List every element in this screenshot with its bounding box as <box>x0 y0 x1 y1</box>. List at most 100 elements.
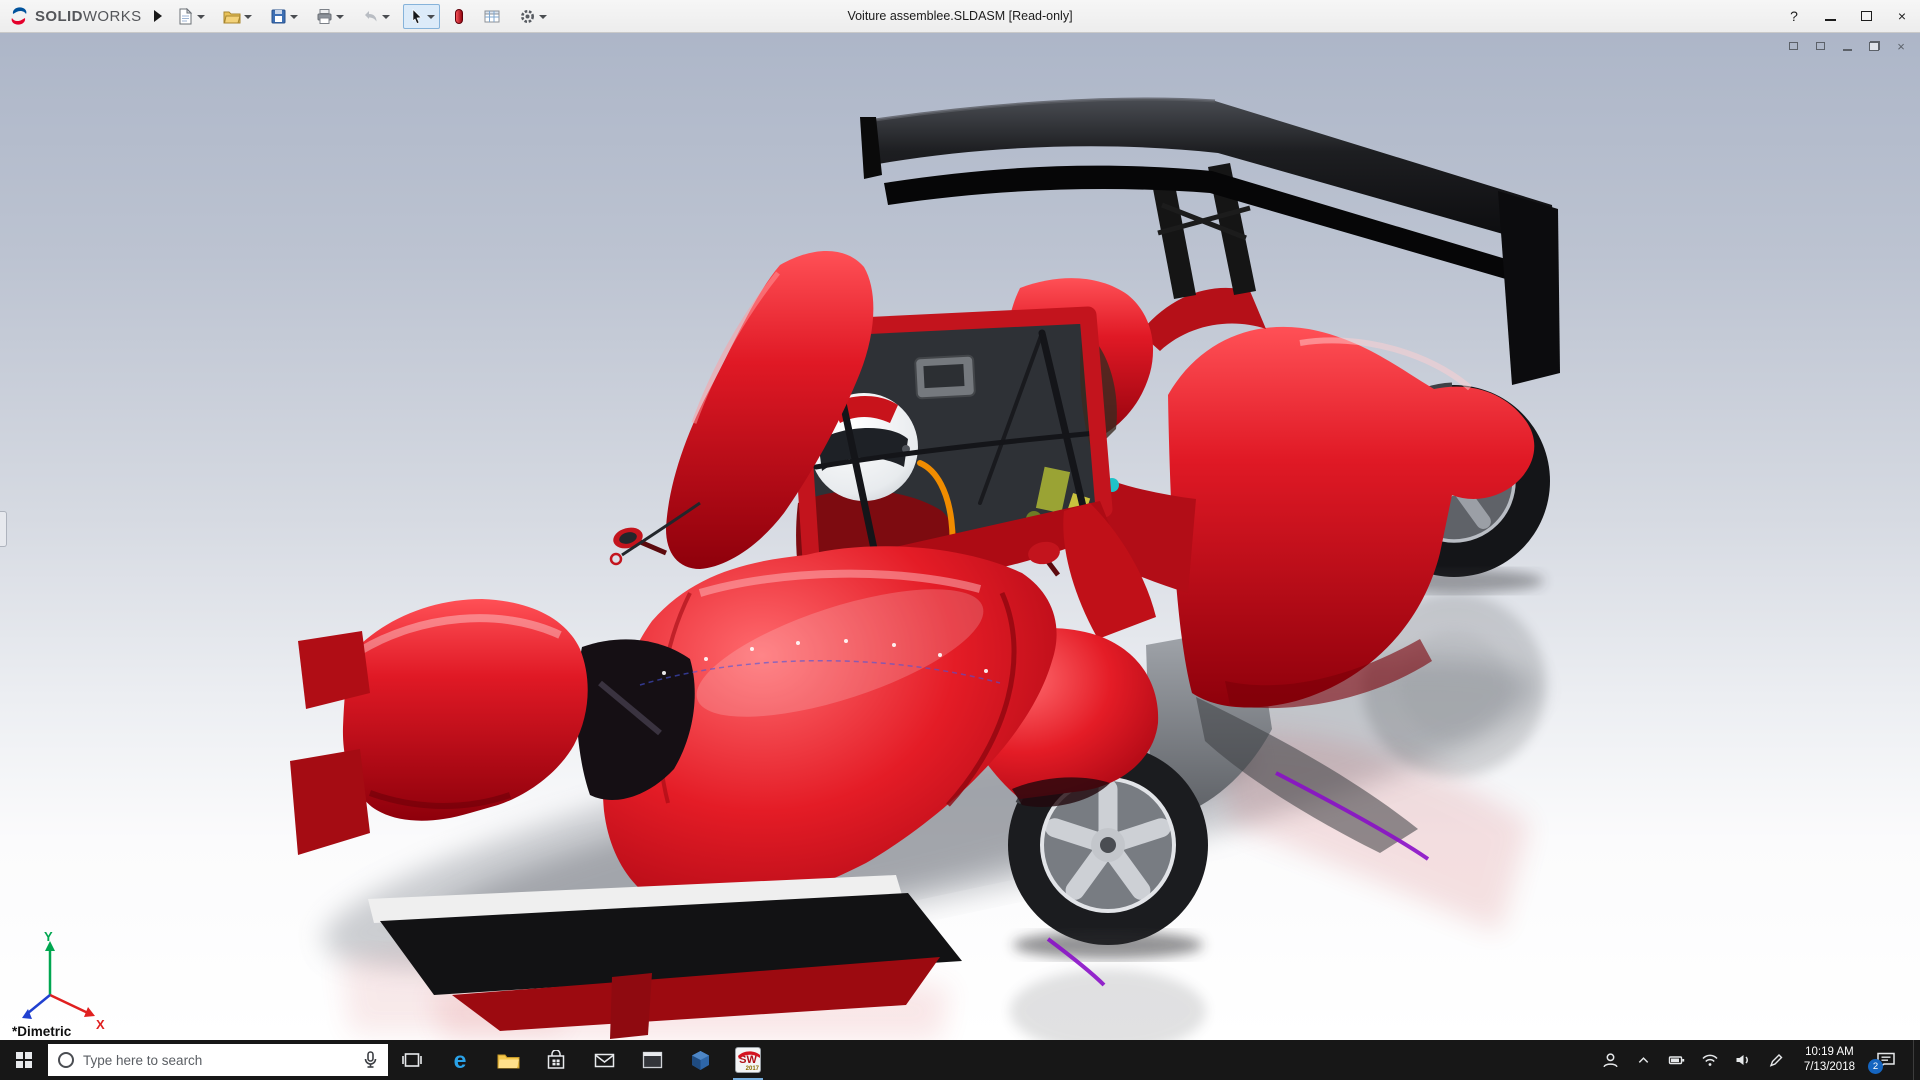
solidworks-taskbar-button[interactable]: SW 2017 <box>724 1040 772 1080</box>
file-explorer-icon <box>497 1051 520 1070</box>
microphone-icon[interactable] <box>363 1051 378 1069</box>
pen-icon <box>1768 1052 1784 1068</box>
select-tool-button[interactable] <box>403 4 440 29</box>
store-icon <box>546 1050 566 1070</box>
window-icon <box>1789 42 1798 50</box>
speaker-icon <box>1734 1052 1752 1068</box>
cad-tool-button[interactable] <box>676 1040 724 1080</box>
mail-icon <box>594 1052 615 1069</box>
drawing-sheet-button[interactable] <box>478 4 506 29</box>
minimize-icon <box>1825 19 1836 21</box>
solidworks-logo[interactable]: SOLIDWORKS <box>0 5 142 27</box>
gear-icon <box>519 8 536 25</box>
minimize-icon <box>1843 49 1852 51</box>
search-input[interactable] <box>83 1053 354 1068</box>
titlebar: SOLIDWORKS <box>0 0 1920 33</box>
volume-button[interactable] <box>1734 1051 1752 1069</box>
open-folder-icon <box>223 8 241 25</box>
graphics-viewport[interactable]: Y X × *Dimetric <box>0 33 1920 1040</box>
doc-float-button[interactable] <box>1784 38 1802 54</box>
panel-collapse-handle[interactable] <box>0 511 7 547</box>
window-title: Voiture assemblee.SLDASM [Read-only] <box>847 9 1072 23</box>
appearance-button[interactable] <box>448 4 470 29</box>
new-document-button[interactable] <box>172 4 210 29</box>
triad-y-label: Y <box>44 929 53 944</box>
print-button[interactable] <box>311 4 349 29</box>
print-icon <box>316 8 333 25</box>
ds-logo-mark <box>8 5 30 27</box>
help-button[interactable]: ? <box>1776 0 1812 32</box>
people-button[interactable] <box>1602 1051 1620 1069</box>
task-view-button[interactable] <box>388 1040 436 1080</box>
document-window-controls: × <box>1784 38 1910 54</box>
view-orientation-label: *Dimetric <box>12 1024 71 1039</box>
window-controls: ? × <box>1776 0 1920 32</box>
dropdown-caret-icon[interactable] <box>382 15 390 19</box>
solidworks-app-icon: SW 2017 <box>735 1047 761 1073</box>
dropdown-caret-icon[interactable] <box>427 15 435 19</box>
save-button[interactable] <box>265 4 303 29</box>
maximize-button[interactable] <box>1848 0 1884 32</box>
dropdown-caret-icon[interactable] <box>197 15 205 19</box>
drawing-sheet-icon <box>483 8 501 25</box>
menu-flyout-arrow-icon[interactable] <box>154 10 162 22</box>
edge-icon: e <box>454 1049 467 1072</box>
triad-x-label: X <box>96 1017 105 1032</box>
action-center-button[interactable]: 2 <box>1874 1048 1898 1072</box>
3d-scene[interactable]: Y X <box>0 33 1920 1040</box>
taskbar-search[interactable] <box>48 1044 388 1076</box>
mirror-camera-pod <box>915 356 975 399</box>
wifi-icon <box>1701 1052 1719 1068</box>
brand-text: SOLIDWORKS <box>35 8 142 25</box>
system-tray: 10:19 AM 7/13/2018 2 <box>1602 1040 1920 1080</box>
doc-minimize-button[interactable] <box>1838 38 1856 54</box>
save-icon <box>270 8 287 25</box>
chevron-up-icon <box>1636 1053 1651 1068</box>
dropdown-caret-icon[interactable] <box>244 15 252 19</box>
brand-solid: SOLID <box>35 8 83 25</box>
select-cursor-icon <box>408 8 424 25</box>
doc-tile-button[interactable] <box>1811 38 1829 54</box>
clock-date: 7/13/2018 <box>1804 1060 1855 1075</box>
file-explorer-button[interactable] <box>484 1040 532 1080</box>
left-canard-lower <box>290 749 370 855</box>
open-button[interactable] <box>218 4 257 29</box>
app-window-dark-icon <box>642 1051 663 1069</box>
mail-button[interactable] <box>580 1040 628 1080</box>
brand-works: WORKS <box>83 8 142 25</box>
cortana-icon <box>58 1052 74 1068</box>
microsoft-store-button[interactable] <box>532 1040 580 1080</box>
sw-year-label: 2017 <box>746 1066 759 1072</box>
orientation-triad: Y X <box>22 929 105 1032</box>
windows-taskbar: e <box>0 1040 1920 1080</box>
doc-close-button[interactable]: × <box>1892 38 1910 54</box>
show-desktop-button[interactable] <box>1913 1040 1918 1080</box>
hidden-icons-button[interactable] <box>1635 1051 1653 1069</box>
battery-button[interactable] <box>1668 1051 1686 1069</box>
cad-tool-cube-icon <box>690 1050 711 1071</box>
battery-icon <box>1668 1052 1686 1068</box>
dropdown-caret-icon[interactable] <box>290 15 298 19</box>
clock-time: 10:19 AM <box>1804 1045 1855 1060</box>
start-button[interactable] <box>0 1040 48 1080</box>
close-button[interactable]: × <box>1884 0 1920 32</box>
notification-badge: 2 <box>1868 1059 1883 1074</box>
options-button[interactable] <box>514 4 552 29</box>
dark-app-window-button[interactable] <box>628 1040 676 1080</box>
undo-icon <box>362 8 379 25</box>
taskbar-clock[interactable]: 10:19 AM 7/13/2018 <box>1800 1045 1859 1075</box>
edge-browser-button[interactable]: e <box>436 1040 484 1080</box>
dropdown-caret-icon[interactable] <box>336 15 344 19</box>
people-icon <box>1602 1052 1619 1069</box>
task-view-icon <box>401 1051 423 1069</box>
restore-icon <box>1869 41 1880 51</box>
minimize-button[interactable] <box>1812 0 1848 32</box>
network-button[interactable] <box>1701 1051 1719 1069</box>
maximize-icon <box>1861 11 1872 21</box>
dropdown-caret-icon[interactable] <box>539 15 547 19</box>
doc-restore-button[interactable] <box>1865 38 1883 54</box>
solidworks-window: SOLIDWORKS <box>0 0 1920 1080</box>
windows-ink-button[interactable] <box>1767 1051 1785 1069</box>
undo-button[interactable] <box>357 4 395 29</box>
left-mirror <box>611 524 666 553</box>
